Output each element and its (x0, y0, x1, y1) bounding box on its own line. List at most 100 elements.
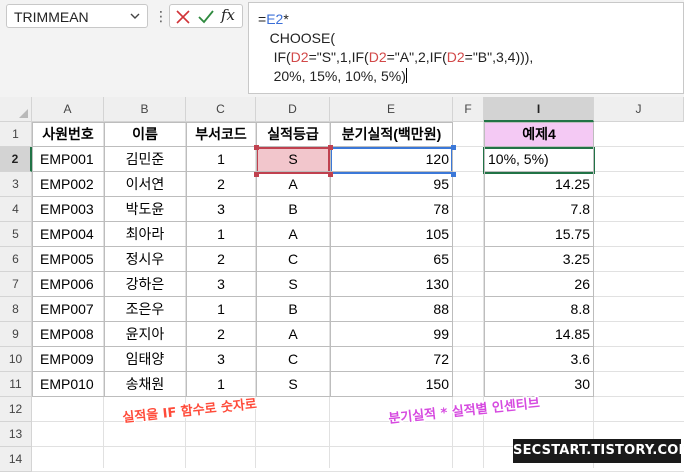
enter-checkmark-icon[interactable] (197, 8, 215, 26)
row-header-11[interactable]: 11 (0, 372, 32, 397)
more-options-icon[interactable]: ⋮ (154, 8, 168, 25)
row-header-8[interactable]: 8 (0, 297, 32, 322)
cell-dept-code[interactable]: 2 (186, 247, 256, 272)
formula-input[interactable]: =E2* CHOOSE( IF(D2="S",1,IF(D2="A",2,IF(… (248, 2, 684, 94)
column-header-i[interactable]: I (484, 97, 594, 122)
example-result-cell[interactable]: 15.75 (484, 222, 594, 247)
cell-name[interactable]: 임태양 (104, 347, 186, 372)
row-header-7[interactable]: 7 (0, 272, 32, 297)
insert-function-button[interactable]: fx (221, 6, 239, 24)
row-header-1[interactable]: 1 (0, 122, 32, 147)
cell-dept-code[interactable]: 3 (186, 272, 256, 297)
cell-quarterly-sales[interactable]: 65 (330, 247, 453, 272)
example-header[interactable]: 예제4 (484, 122, 594, 147)
cell-name[interactable]: 최아라 (104, 222, 186, 247)
cell-grade[interactable]: S (256, 372, 330, 397)
cell-employee-id[interactable]: EMP003 (32, 197, 104, 222)
header-quarterly-sales[interactable]: 분기실적(백만원) (330, 122, 453, 147)
cell-grade[interactable]: B (256, 197, 330, 222)
cell-quarterly-sales[interactable]: 130 (330, 272, 453, 297)
cell-grade[interactable]: S (256, 147, 330, 172)
cell-grade[interactable]: A (256, 222, 330, 247)
cell-name[interactable]: 박도윤 (104, 197, 186, 222)
column-header-d[interactable]: D (256, 97, 330, 122)
cell-quarterly-sales[interactable]: 120 (330, 147, 453, 172)
row-header-10[interactable]: 10 (0, 347, 32, 372)
resize-handle[interactable] (254, 145, 259, 150)
example-editing-cell[interactable]: 10%, 5%) (484, 147, 594, 172)
cell-employee-id[interactable]: EMP001 (32, 147, 104, 172)
example-result-cell[interactable]: 14.85 (484, 322, 594, 347)
column-header-b[interactable]: B (104, 97, 186, 122)
example-result-cell[interactable]: 30 (484, 372, 594, 397)
cell-grade[interactable]: A (256, 322, 330, 347)
cell-dept-code[interactable]: 1 (186, 147, 256, 172)
header-grade[interactable]: 실적등급 (256, 122, 330, 147)
cell-employee-id[interactable]: EMP009 (32, 347, 104, 372)
cell-name[interactable]: 윤지아 (104, 322, 186, 347)
resize-handle[interactable] (328, 145, 333, 150)
row-header-14[interactable]: 14 (0, 447, 32, 472)
cell-name[interactable]: 송채원 (104, 372, 186, 397)
row-header-3[interactable]: 3 (0, 172, 32, 197)
row-header-5[interactable]: 5 (0, 222, 32, 247)
cell-employee-id[interactable]: EMP004 (32, 222, 104, 247)
cell-dept-code[interactable]: 2 (186, 322, 256, 347)
cell-employee-id[interactable]: EMP007 (32, 297, 104, 322)
cell-employee-id[interactable]: EMP002 (32, 172, 104, 197)
example-result-cell[interactable]: 26 (484, 272, 594, 297)
cell-grade[interactable]: S (256, 272, 330, 297)
column-header-a[interactable]: A (32, 97, 104, 122)
column-header-e[interactable]: E (330, 97, 453, 122)
resize-handle[interactable] (451, 145, 456, 150)
cell-quarterly-sales[interactable]: 95 (330, 172, 453, 197)
example-result-cell[interactable]: 3.6 (484, 347, 594, 372)
header-employee-id[interactable]: 사원번호 (32, 122, 104, 147)
cell-quarterly-sales[interactable]: 72 (330, 347, 453, 372)
row-header-12[interactable]: 12 (0, 397, 32, 422)
column-header-j[interactable]: J (594, 97, 684, 122)
row-header-13[interactable]: 13 (0, 422, 32, 447)
cell-grade[interactable]: B (256, 297, 330, 322)
row-header-4[interactable]: 4 (0, 197, 32, 222)
example-result-cell[interactable]: 8.8 (484, 297, 594, 322)
cell-dept-code[interactable]: 3 (186, 197, 256, 222)
cell-quarterly-sales[interactable]: 105 (330, 222, 453, 247)
cell-grade[interactable]: A (256, 172, 330, 197)
cell-employee-id[interactable]: EMP005 (32, 247, 104, 272)
example-result-cell[interactable]: 3.25 (484, 247, 594, 272)
header-dept-code[interactable]: 부서코드 (186, 122, 256, 147)
cell-dept-code[interactable]: 1 (186, 297, 256, 322)
resize-handle[interactable] (451, 172, 456, 177)
row-header-2[interactable]: 2 (0, 147, 32, 172)
cell-name[interactable]: 강하은 (104, 272, 186, 297)
cell-quarterly-sales[interactable]: 78 (330, 197, 453, 222)
cell-dept-code[interactable]: 1 (186, 222, 256, 247)
row-header-6[interactable]: 6 (0, 247, 32, 272)
example-result-cell[interactable]: 7.8 (484, 197, 594, 222)
select-all-button[interactable] (0, 97, 32, 122)
column-header-f[interactable]: F (453, 97, 484, 122)
cell-name[interactable]: 정시우 (104, 247, 186, 272)
cell-employee-id[interactable]: EMP008 (32, 322, 104, 347)
cell-grade[interactable]: C (256, 247, 330, 272)
cell-employee-id[interactable]: EMP006 (32, 272, 104, 297)
column-header-c[interactable]: C (186, 97, 256, 122)
cell-quarterly-sales[interactable]: 88 (330, 297, 453, 322)
name-box[interactable]: TRIMMEAN (6, 4, 148, 28)
cell-dept-code[interactable]: 3 (186, 347, 256, 372)
cell-dept-code[interactable]: 2 (186, 172, 256, 197)
cell-name[interactable]: 이서연 (104, 172, 186, 197)
cell-quarterly-sales[interactable]: 99 (330, 322, 453, 347)
resize-handle[interactable] (328, 172, 333, 177)
row-header-9[interactable]: 9 (0, 322, 32, 347)
cancel-x-icon[interactable] (174, 8, 192, 26)
resize-handle[interactable] (254, 172, 259, 177)
header-name[interactable]: 이름 (104, 122, 186, 147)
cell-name[interactable]: 김민준 (104, 147, 186, 172)
cell-quarterly-sales[interactable]: 150 (330, 372, 453, 397)
cell-name[interactable]: 조은우 (104, 297, 186, 322)
cell-employee-id[interactable]: EMP010 (32, 372, 104, 397)
example-result-cell[interactable]: 14.25 (484, 172, 594, 197)
chevron-down-icon[interactable] (129, 10, 141, 22)
